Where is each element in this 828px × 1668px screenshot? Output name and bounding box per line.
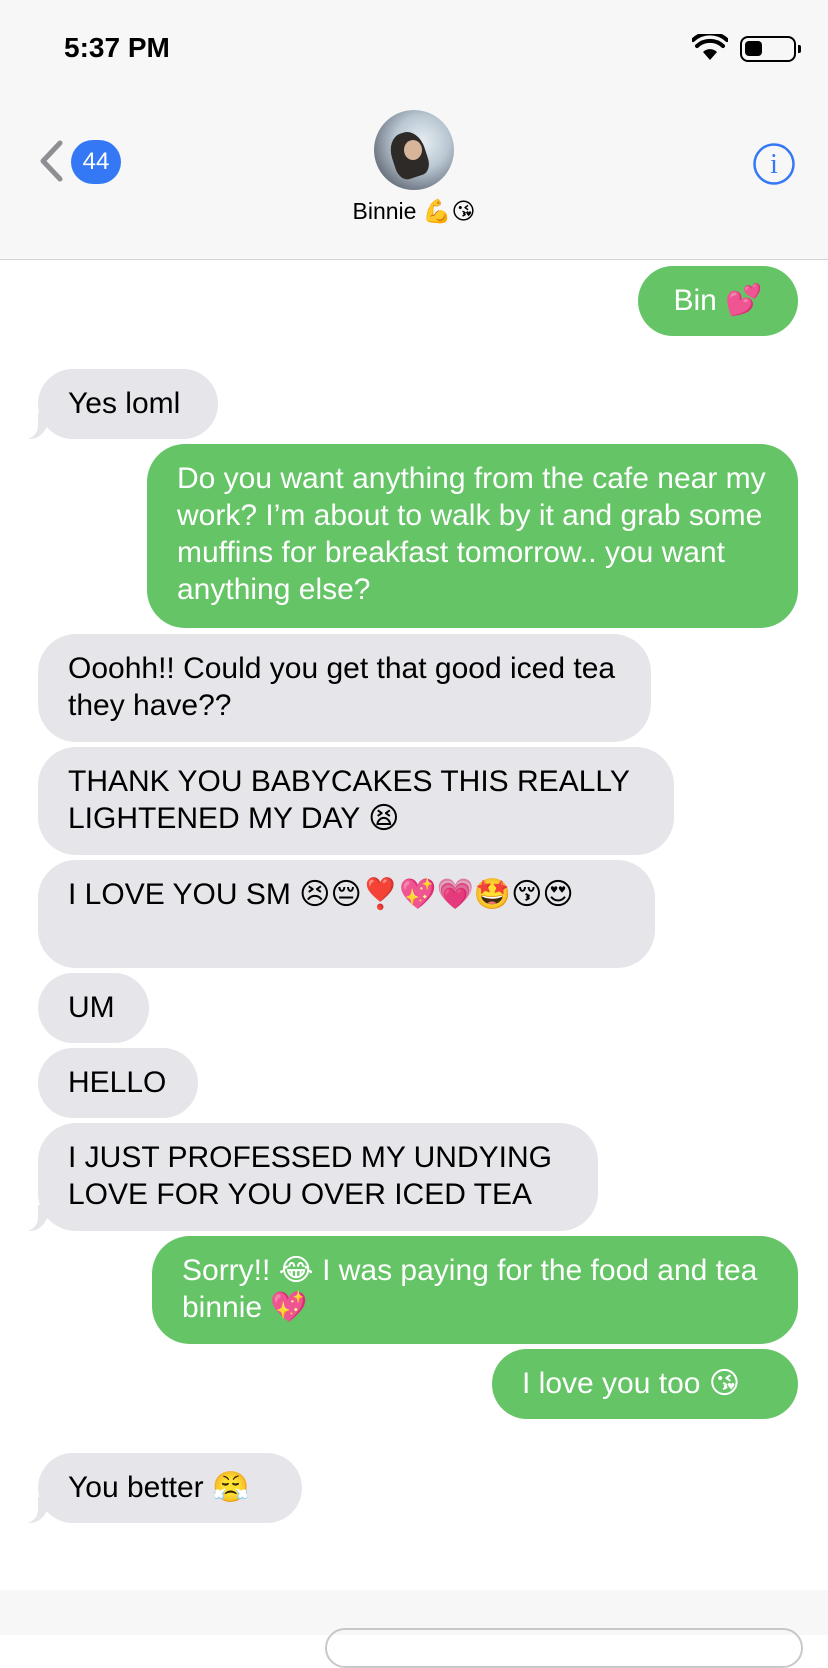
message-thread: Bin 💕 Yes loml Do you want anything from… xyxy=(0,260,828,1560)
battery-icon xyxy=(740,36,801,62)
contact-name[interactable]: Binnie 💪😘 xyxy=(0,198,828,225)
message-bubble-incoming[interactable]: Ooohh!! Could you get that good iced tea… xyxy=(38,634,651,742)
status-bar: 5:37 PM xyxy=(0,0,828,100)
message-input[interactable] xyxy=(325,1628,803,1668)
message-bubble-incoming[interactable]: Yes loml xyxy=(10,369,218,440)
message-bubble-incoming[interactable]: THANK YOU BABYCAKES THIS REALLY LIGHTENE… xyxy=(38,747,674,855)
message-bubble-incoming[interactable]: You better 😤 xyxy=(10,1453,302,1524)
back-chevron-icon[interactable] xyxy=(38,140,64,182)
message-bubble-incoming[interactable]: UM xyxy=(38,973,149,1043)
info-icon[interactable]: i xyxy=(752,142,796,186)
message-bubble-outgoing[interactable]: Do you want anything from the cafe near … xyxy=(147,444,798,628)
conversation-header: 44 Binnie 💪😘 i xyxy=(0,100,828,260)
message-bubble-incoming[interactable]: I LOVE YOU SM 😣😔❣️💖💗🤩😚😍 xyxy=(38,860,655,968)
message-bubble-incoming[interactable]: HELLO xyxy=(38,1048,198,1118)
message-bubble-outgoing[interactable]: I love you too 😘 xyxy=(492,1349,798,1419)
contact-avatar[interactable] xyxy=(374,110,454,190)
composer-bar xyxy=(0,1590,828,1668)
wifi-icon xyxy=(692,34,728,60)
status-time: 5:37 PM xyxy=(64,32,170,63)
message-bubble-outgoing[interactable]: Sorry!! 😂 I was paying for the food and … xyxy=(152,1236,798,1344)
unread-count-badge[interactable]: 44 xyxy=(71,140,121,184)
message-bubble-outgoing[interactable]: Bin 💕 xyxy=(638,266,798,336)
svg-text:i: i xyxy=(770,149,778,180)
message-bubble-incoming[interactable]: I JUST PROFESSED MY UNDYING LOVE FOR YOU… xyxy=(10,1123,598,1232)
